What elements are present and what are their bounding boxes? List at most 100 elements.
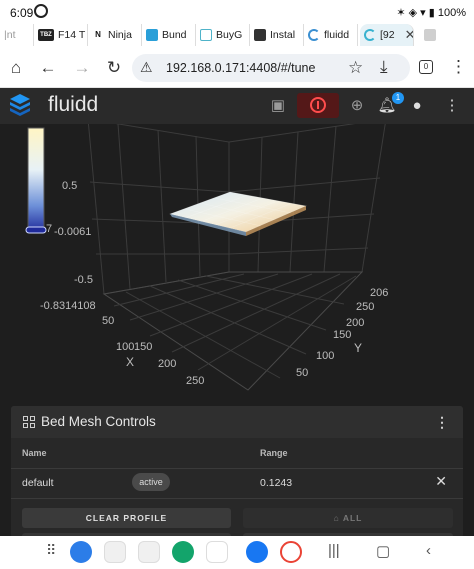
column-header-name[interactable]: Name	[22, 448, 47, 458]
browser-tab-active[interactable]: [92 ✕	[360, 24, 414, 46]
y-tick-label: 100	[316, 350, 334, 362]
tab-favicon-icon	[424, 29, 436, 41]
tab-label: Instal	[270, 29, 296, 41]
notification-badge: 1	[392, 92, 404, 104]
bookmark-star-icon[interactable]: ☆	[348, 58, 363, 78]
app-title: fluidd	[48, 93, 99, 116]
tab-favicon-icon	[200, 29, 212, 41]
apps-folder-icon[interactable]	[104, 541, 126, 563]
grid-icon	[23, 416, 35, 428]
forward-icon[interactable]: →	[72, 58, 92, 78]
y-tick-label: 206	[370, 287, 388, 299]
app-bar: fluidd ▣ ⊕ 🔔︎ ● ⋮	[0, 88, 474, 124]
home-all-label: ALL	[342, 513, 363, 523]
mesh-surface[interactable]	[168, 191, 308, 236]
column-header-range[interactable]: Range	[260, 448, 288, 458]
tab-favicon-icon	[254, 29, 266, 41]
tab-switcher-button[interactable]: 0	[419, 60, 433, 74]
status-badge: active	[132, 473, 170, 491]
browser-tab[interactable]: Bund	[142, 24, 196, 46]
x-tick-label: 200	[158, 358, 176, 370]
home-button-icon[interactable]: ▢	[376, 542, 390, 560]
clear-profile-button[interactable]: CLEAR PROFILE	[22, 508, 231, 528]
upload-print-icon[interactable]: ⊕	[345, 94, 369, 118]
card-menu-icon[interactable]: ⋮	[435, 414, 449, 431]
home-icon[interactable]: ⌂	[6, 58, 26, 78]
x-tick-label: 150	[134, 341, 152, 353]
y-tick-label: 200	[346, 317, 364, 329]
u-app-icon[interactable]	[206, 541, 228, 563]
loading-icon	[308, 29, 320, 41]
recent-apps-icon[interactable]: |||	[328, 542, 340, 559]
tab-favicon-icon: TBZ	[38, 29, 54, 41]
save-config-icon[interactable]: ▣	[266, 94, 290, 118]
tab-favicon-icon	[146, 29, 158, 41]
z-tick-label: -0.8314108	[40, 300, 96, 312]
card-header: Bed Mesh Controls ⋮	[11, 406, 463, 438]
apps-folder-icon[interactable]	[138, 541, 160, 563]
emergency-stop-button[interactable]	[297, 93, 339, 118]
tab-label: |nt	[4, 29, 16, 41]
bed-mesh-plot[interactable]: 0.5 -0.0061 7 -0.5 -0.8314108 50 100 150…	[0, 118, 474, 402]
x-axis-label: X	[126, 355, 134, 369]
colorbar-top-label: 7	[46, 223, 52, 235]
tab-label: Bund	[162, 29, 187, 41]
power-icon	[310, 97, 326, 113]
browser-tab-strip: |nt TBZ F14 T N Ninja Bund BuyG Instal flu…	[0, 22, 474, 48]
android-nav-bar: ⠿ ||| ▢ ‹	[0, 536, 474, 569]
tab-label: Ninja	[108, 29, 132, 41]
back-icon[interactable]: ←	[38, 58, 58, 78]
browser-tab[interactable]: Instal	[250, 24, 304, 46]
app-menu-icon[interactable]: ⋮	[440, 94, 464, 118]
bed-mesh-3d-chart[interactable]: 0.5 -0.0061 7 -0.5 -0.8314108 50 100 150…	[0, 118, 474, 402]
loading-icon	[364, 29, 376, 41]
url-text[interactable]: 192.168.0.171:4408/#/tune	[166, 61, 315, 75]
y-tick-label: 50	[296, 367, 308, 379]
remove-profile-icon[interactable]: ✕	[435, 473, 447, 490]
google-app-icon[interactable]	[280, 541, 302, 563]
not-secure-icon[interactable]: ⚠	[140, 59, 153, 76]
profile-range: 0.1243	[260, 477, 293, 489]
x-tick-label: 50	[102, 315, 114, 327]
x-tick-label: 100	[116, 341, 134, 353]
tab-label: F14 T	[58, 29, 86, 41]
browser-tab[interactable]: N Ninja	[88, 24, 142, 46]
browser-tab[interactable]	[420, 24, 474, 46]
browser-tab[interactable]: |nt	[0, 24, 34, 46]
address-bar[interactable]: ⚠ 192.168.0.171:4408/#/tune ☆ ⤓	[132, 54, 410, 82]
colorbar-handle[interactable]	[25, 226, 47, 234]
colorbar	[27, 127, 45, 233]
browser-tab[interactable]: TBZ F14 T	[34, 24, 88, 46]
browser-menu-icon[interactable]: ⋮	[450, 57, 467, 77]
c-app-icon[interactable]	[172, 541, 194, 563]
y-tick-label: 250	[356, 301, 374, 313]
z-tick-label: 0.5	[62, 180, 77, 192]
download-icon[interactable]: ⤓	[380, 57, 388, 77]
reload-icon[interactable]: ↻	[104, 58, 124, 78]
card-title: Bed Mesh Controls	[41, 414, 156, 429]
close-tab-icon[interactable]: ✕	[405, 27, 413, 43]
fluidd-logo-icon[interactable]	[10, 94, 30, 118]
home-icon: ⌂	[333, 513, 343, 523]
browser-toolbar: ⌂ ← → ↻ ⚠ 192.168.0.171:4408/#/tune ☆ ⤓ …	[0, 48, 474, 88]
z-tick-label: -0.5	[74, 274, 93, 286]
user-account-icon[interactable]: ●	[405, 94, 429, 118]
browser-tab[interactable]: fluidd	[304, 24, 358, 46]
facebook-icon[interactable]	[246, 541, 268, 563]
status-right: ✶ ◈ ▾ ▮ 100%	[396, 7, 466, 19]
y-axis-label: Y	[354, 341, 362, 355]
table-divider	[11, 498, 463, 499]
tab-label: fluidd	[324, 29, 350, 41]
app-drawer-icon[interactable]: ⠿	[46, 542, 56, 559]
messages-app-icon[interactable]	[70, 541, 92, 563]
y-tick-label: 150	[333, 329, 351, 341]
back-button-icon[interactable]: ‹	[426, 542, 431, 559]
browser-tab[interactable]: BuyG	[196, 24, 250, 46]
home-all-button[interactable]: ⌂ ALL	[243, 508, 453, 528]
tab-label: [92	[380, 29, 395, 41]
tab-favicon-icon: N	[92, 29, 104, 41]
tab-label: BuyG	[216, 29, 243, 41]
profile-name[interactable]: default	[22, 477, 54, 489]
table-divider	[11, 468, 463, 469]
bed-mesh-controls-card: Bed Mesh Controls ⋮ Name Range default a…	[11, 406, 463, 538]
